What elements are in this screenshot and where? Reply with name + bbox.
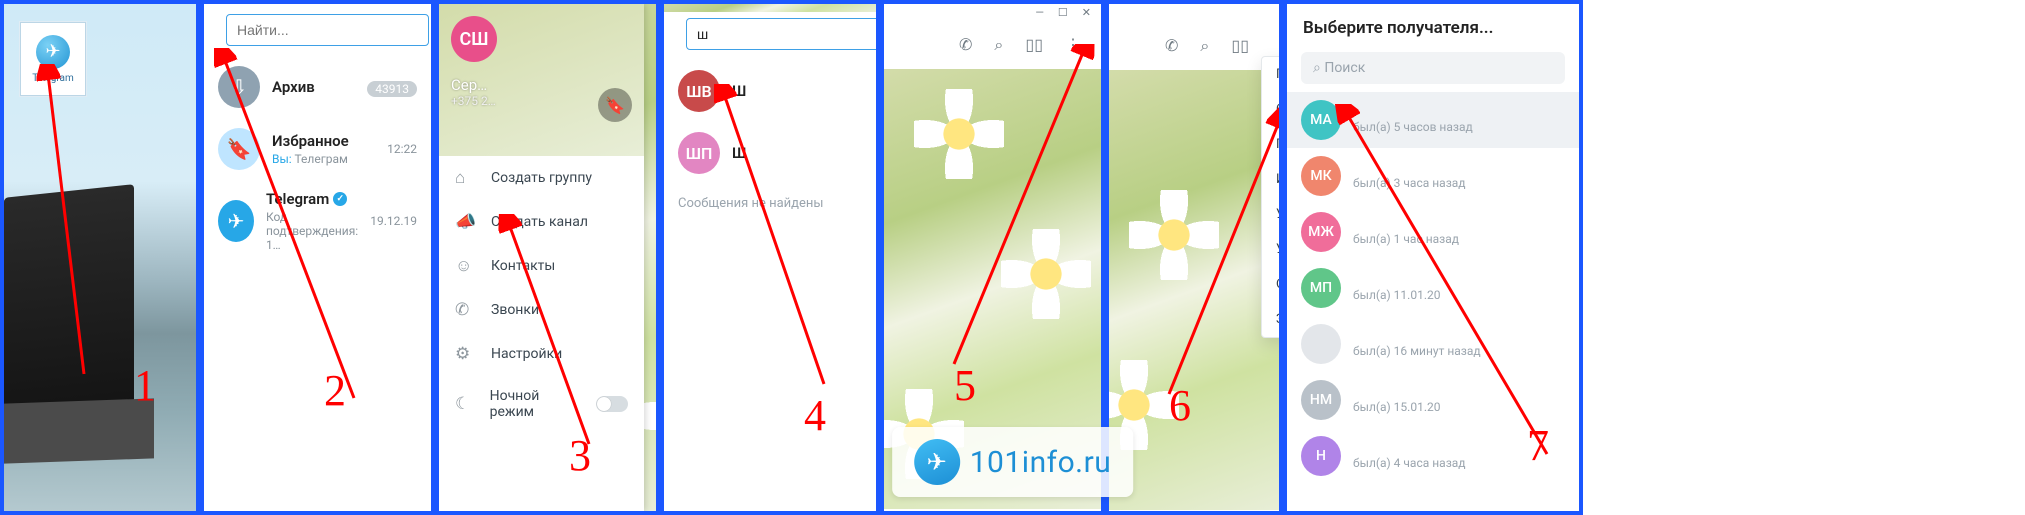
avatar-initials: СШ — [460, 29, 489, 50]
menu-label: Создать группу — [491, 170, 592, 186]
phone-icon: ✆ — [455, 300, 475, 320]
arrow-step-1 — [24, 64, 124, 404]
dialog-search-input[interactable]: ⌕ Поиск — [1301, 52, 1565, 84]
step-panel-4: ✕ ШВ Ш ШП Ш Сообщения не найдены 4 — [660, 0, 880, 515]
telegram-plane-icon: ✈ — [914, 439, 960, 485]
step-panel-3: СШ Сер… +375 2… 🔖 ⌂ Создать группу 📣 Соз… — [435, 0, 660, 515]
avatar-initials: ШП — [686, 144, 713, 163]
watermark-text: 101info.ru — [970, 445, 1112, 480]
arrow-step-2 — [214, 48, 414, 448]
step-number: 7 — [1527, 420, 1549, 471]
step-panel-1: ✈ Telegram 1 — [0, 0, 200, 515]
window-controls: — ☐ ✕ — [884, 4, 1101, 21]
group-icon: ⌂ — [455, 168, 475, 188]
megaphone-icon: 📣 — [455, 212, 475, 232]
laptop-base — [4, 398, 154, 463]
avatar-initials: ШВ — [686, 82, 711, 101]
search-input[interactable] — [226, 14, 429, 46]
step-number: 6 — [1169, 380, 1191, 431]
user-avatar[interactable]: СШ — [451, 16, 497, 62]
maximize-icon[interactable]: ☐ — [1052, 6, 1074, 19]
dialog-title: Выберите получателя... — [1287, 4, 1579, 52]
step-number: 5 — [954, 360, 976, 411]
watermark: ✈ 101info.ru — [892, 427, 1134, 497]
step-number: 4 — [804, 390, 826, 441]
arrow-step-6 — [1139, 44, 1283, 414]
gear-icon: ⚙ — [455, 344, 475, 364]
step-number: 2 — [324, 365, 346, 416]
person-icon: ☺ — [455, 256, 475, 276]
drawer-header: СШ Сер… +375 2… 🔖 — [439, 4, 644, 156]
saved-bookmark-button[interactable]: 🔖 — [598, 88, 632, 122]
dialog-search-placeholder: Поиск — [1324, 60, 1365, 76]
arrow-step-5 — [924, 44, 1104, 384]
step-panel-2: ⇩ Архив 43913 🔖 Избранное Вы: Телеграм 1… — [200, 0, 435, 515]
moon-icon: ☾ — [455, 394, 474, 414]
step-number: 1 — [134, 360, 156, 411]
close-icon[interactable]: ✕ — [1076, 6, 1097, 19]
step-number: 3 — [569, 430, 591, 481]
step-panel-7: Выберите получателя... ⌕ Поиск МАбыл(а) … — [1283, 0, 1583, 515]
search-input[interactable] — [686, 18, 880, 50]
arrow-step-4 — [714, 84, 880, 414]
minimize-icon[interactable]: — — [1029, 6, 1050, 19]
menu-item-new-group[interactable]: ⌂ Создать группу — [439, 156, 644, 200]
